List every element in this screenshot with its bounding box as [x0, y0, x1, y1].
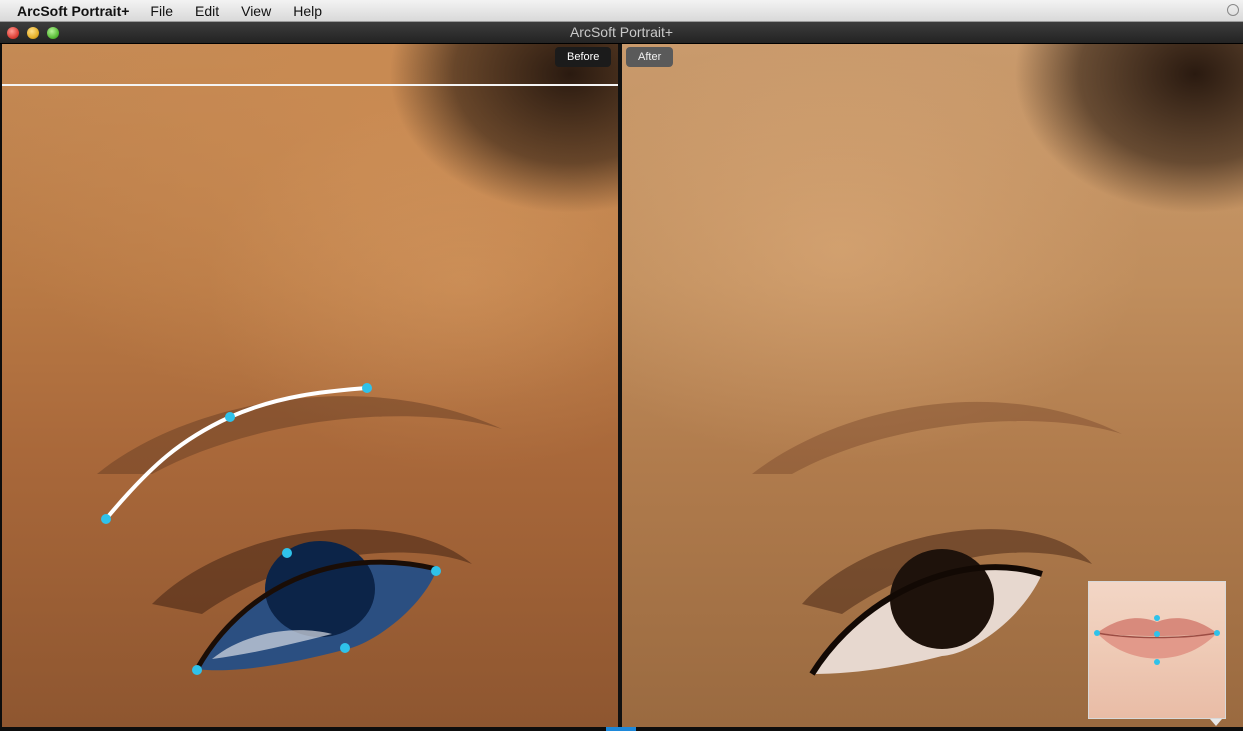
eyebrow-point-1[interactable] — [101, 514, 111, 524]
status-icon[interactable] — [1227, 4, 1239, 16]
lip-point-top[interactable] — [1154, 615, 1160, 621]
eye-point-bottom[interactable] — [340, 643, 350, 653]
feature-thumbnail[interactable] — [1088, 581, 1226, 719]
eye-point-left[interactable] — [192, 665, 202, 675]
eyebrow-shape — [752, 401, 1122, 474]
menu-bar: ArcSoft Portrait+ File Edit View Help — [0, 0, 1243, 22]
thumbnail-pointer-icon — [1210, 719, 1222, 726]
scroll-indicator[interactable] — [606, 727, 636, 731]
eyebrow-point-2[interactable] — [225, 412, 235, 422]
lip-point-center[interactable] — [1154, 631, 1160, 637]
before-overlay — [97, 383, 502, 675]
lip-point-bottom[interactable] — [1154, 659, 1160, 665]
window-titlebar: ArcSoft Portrait+ — [0, 22, 1243, 44]
lip-point-left[interactable] — [1094, 630, 1100, 636]
menu-edit[interactable]: Edit — [184, 3, 230, 19]
lip-point-right[interactable] — [1214, 630, 1220, 636]
after-label[interactable]: After — [626, 47, 674, 67]
eye-point-right[interactable] — [431, 566, 441, 576]
eye-iris — [265, 541, 375, 637]
eyebrow-point-3[interactable] — [362, 383, 372, 393]
app-menu[interactable]: ArcSoft Portrait+ — [17, 3, 129, 19]
menu-file[interactable]: File — [139, 3, 184, 19]
before-label[interactable]: Before — [555, 47, 612, 67]
window-title: ArcSoft Portrait+ — [569, 24, 674, 40]
eye-iris — [890, 549, 994, 649]
before-panel[interactable]: Before — [2, 44, 618, 727]
eye-point-top[interactable] — [282, 548, 292, 558]
lips-thumbnail — [1094, 615, 1220, 665]
menu-help[interactable]: Help — [282, 3, 333, 19]
menu-view[interactable]: View — [230, 3, 282, 19]
